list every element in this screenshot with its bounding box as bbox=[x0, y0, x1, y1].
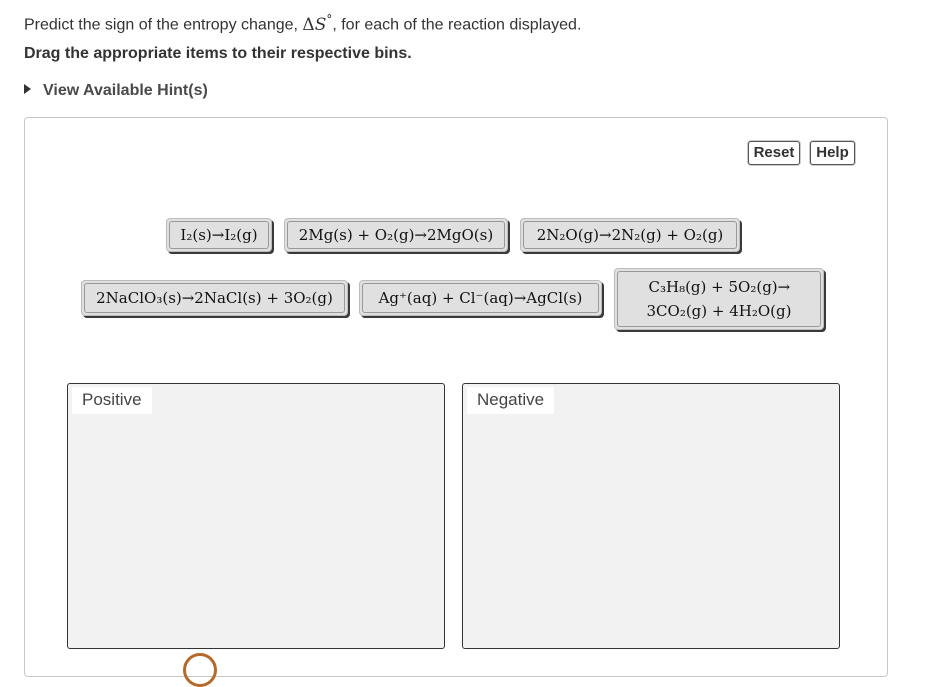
help-button[interactable]: Help bbox=[810, 141, 855, 165]
question-prefix: Predict the sign of the entropy change, bbox=[24, 16, 303, 34]
reaction-tile-magnesium-oxide[interactable]: 2Mg(s) + O₂(g)→2MgO(s) bbox=[284, 218, 508, 252]
s-symbol: S bbox=[314, 14, 327, 35]
question-suffix: , for each of the reaction displayed. bbox=[332, 16, 582, 34]
reaction-text: 2Mg(s) + O₂(g)→2MgO(s) bbox=[298, 226, 494, 244]
positive-bin-label: Positive bbox=[72, 387, 152, 414]
reaction-text: C₃H₈(g) + 5O₂(g)→ 3CO₂(g) + 4H₂O(g) bbox=[647, 275, 792, 323]
reaction-tile-sodium-chlorate[interactable]: 2NaClO₃(s)→2NaCl(s) + 3O₂(g) bbox=[81, 280, 348, 316]
reaction-text-line2: 3CO₂(g) + 4H₂O(g) bbox=[646, 302, 792, 320]
positive-bin[interactable]: Positive bbox=[67, 383, 445, 649]
question-text: Predict the sign of the entropy change, … bbox=[24, 12, 581, 35]
view-hints-label: View Available Hint(s) bbox=[43, 82, 208, 99]
reaction-text: 2N₂O(g)→2N₂(g) + O₂(g) bbox=[536, 226, 724, 244]
reaction-text-line1: C₃H₈(g) + 5O₂(g)→ bbox=[648, 278, 791, 296]
reset-button[interactable]: Reset bbox=[748, 141, 800, 165]
reaction-text: I₂(s)→I₂(g) bbox=[180, 226, 258, 244]
reaction-text: 2NaClO₃(s)→2NaCl(s) + 3O₂(g) bbox=[96, 289, 333, 307]
delta-symbol: Δ bbox=[302, 14, 315, 35]
reaction-tile-iodine-sublimation[interactable]: I₂(s)→I₂(g) bbox=[166, 218, 272, 252]
view-hints-toggle[interactable]: View Available Hint(s) bbox=[24, 82, 208, 100]
triangle-right-icon bbox=[24, 84, 31, 94]
circle-logo-icon bbox=[183, 653, 217, 687]
negative-bin[interactable]: Negative bbox=[462, 383, 840, 649]
instruction-text: Drag the appropriate items to their resp… bbox=[24, 45, 412, 62]
reaction-tile-silver-chloride[interactable]: Ag⁺(aq) + Cl⁻(aq)→AgCl(s) bbox=[359, 280, 602, 316]
reaction-tile-nitrous-oxide[interactable]: 2N₂O(g)→2N₂(g) + O₂(g) bbox=[520, 218, 740, 252]
reaction-tile-propane-combustion[interactable]: C₃H₈(g) + 5O₂(g)→ 3CO₂(g) + 4H₂O(g) bbox=[614, 268, 824, 330]
negative-bin-label: Negative bbox=[467, 387, 555, 414]
reaction-text: Ag⁺(aq) + Cl⁻(aq)→AgCl(s) bbox=[378, 289, 583, 307]
delta-s-symbol: ΔS° bbox=[302, 12, 332, 35]
